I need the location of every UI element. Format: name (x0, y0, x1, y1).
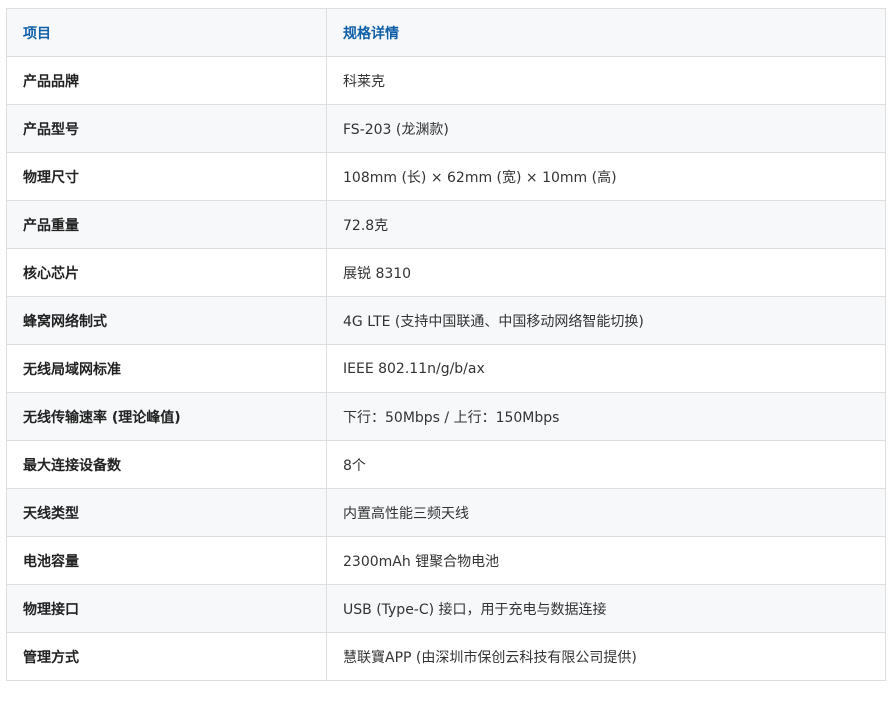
row-item-label: 无线传输速率 (理论峰值) (6, 392, 327, 441)
table-row: 管理方式 慧联寶APP (由深圳市保创云科技有限公司提供) (6, 632, 886, 681)
row-item-value: 8个 (326, 440, 886, 489)
row-item-value: USB (Type-C) 接口，用于充电与数据连接 (326, 584, 886, 633)
table-row: 电池容量 2300mAh 锂聚合物电池 (6, 536, 886, 585)
row-item-value: 下行：50Mbps / 上行：150Mbps (326, 392, 886, 441)
table-row: 核心芯片 展锐 8310 (6, 248, 886, 297)
table-row: 产品品牌 科莱克 (6, 56, 886, 105)
row-item-value: 2300mAh 锂聚合物电池 (326, 536, 886, 585)
table-row: 物理接口 USB (Type-C) 接口，用于充电与数据连接 (6, 584, 886, 633)
row-item-label: 蜂窝网络制式 (6, 296, 327, 345)
row-item-label: 天线类型 (6, 488, 327, 537)
table-row: 蜂窝网络制式 4G LTE (支持中国联通、中国移动网络智能切换) (6, 296, 886, 345)
row-item-value: FS-203 (龙渊款) (326, 104, 886, 153)
row-item-value: 4G LTE (支持中国联通、中国移动网络智能切换) (326, 296, 886, 345)
table-row: 无线局域网标准 IEEE 802.11n/g/b/ax (6, 344, 886, 393)
row-item-value: IEEE 802.11n/g/b/ax (326, 344, 886, 393)
row-item-label: 最大连接设备数 (6, 440, 327, 489)
row-item-label: 物理接口 (6, 584, 327, 633)
row-item-value: 展锐 8310 (326, 248, 886, 297)
table-row: 物理尺寸 108mm (长) × 62mm (宽) × 10mm (高) (6, 152, 886, 201)
header-spec-detail: 规格详情 (326, 8, 886, 57)
row-item-label: 管理方式 (6, 632, 327, 681)
row-item-value: 内置高性能三频天线 (326, 488, 886, 537)
table-row: 产品重量 72.8克 (6, 200, 886, 249)
table-row: 天线类型 内置高性能三频天线 (6, 488, 886, 537)
row-item-label: 产品品牌 (6, 56, 327, 105)
row-item-value: 科莱克 (326, 56, 886, 105)
row-item-label: 电池容量 (6, 536, 327, 585)
row-item-value: 72.8克 (326, 200, 886, 249)
table-row: 无线传输速率 (理论峰值) 下行：50Mbps / 上行：150Mbps (6, 392, 886, 441)
row-item-value: 108mm (长) × 62mm (宽) × 10mm (高) (326, 152, 886, 201)
header-item: 项目 (6, 8, 327, 57)
row-item-label: 产品重量 (6, 200, 327, 249)
row-item-value: 慧联寶APP (由深圳市保创云科技有限公司提供) (326, 632, 886, 681)
table-header-row: 项目 规格详情 (6, 8, 886, 57)
spec-table: 项目 规格详情 产品品牌 科莱克 产品型号 FS-203 (龙渊款) 物理尺寸 … (6, 8, 886, 681)
row-item-label: 核心芯片 (6, 248, 327, 297)
table-row: 产品型号 FS-203 (龙渊款) (6, 104, 886, 153)
table-row: 最大连接设备数 8个 (6, 440, 886, 489)
row-item-label: 无线局域网标准 (6, 344, 327, 393)
row-item-label: 物理尺寸 (6, 152, 327, 201)
row-item-label: 产品型号 (6, 104, 327, 153)
